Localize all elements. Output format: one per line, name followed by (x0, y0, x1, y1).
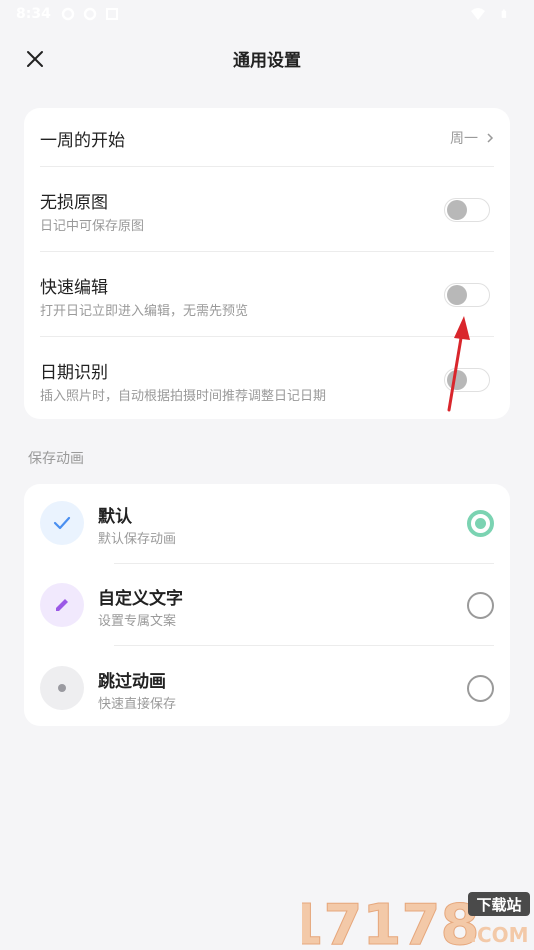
watermark-text: 17178 (302, 893, 479, 950)
annotation-arrow-icon (447, 316, 470, 412)
pencil-icon-circle (40, 583, 84, 627)
dot-icon-circle (40, 666, 84, 710)
settings-icon (83, 7, 97, 21)
animation-option-skip[interactable]: 跳过动画 快速直接保存 (40, 646, 494, 726)
toggle-knob (447, 285, 467, 305)
animation-radio-custom-text[interactable] (467, 592, 494, 619)
quick-edit-row: 快速编辑 打开日记立即进入编辑，无需先预览 (40, 252, 494, 337)
save-animation-card: 默认 默认保存动画 自定义文字 设置专属文案 跳过动画 快速直接保存 (24, 484, 510, 726)
animation-option-custom-text[interactable]: 自定义文字 设置专属文案 (40, 564, 494, 646)
date-recognition-row: 日期识别 插入照片时，自动根据拍摄时间推荐调整日记日期 (40, 337, 494, 419)
animation-option-subtitle: 默认保存动画 (98, 532, 177, 547)
status-bar: 8:34 (0, 0, 534, 28)
header: 通用设置 (0, 36, 534, 80)
quick-edit-title: 快速编辑 (40, 278, 108, 298)
lossless-subtitle: 日记中可保存原图 (40, 219, 145, 234)
toggle-knob (447, 200, 467, 220)
dot-icon (58, 684, 66, 692)
date-recognition-title: 日期识别 (40, 363, 108, 383)
week-start-row[interactable]: 一周的开始 周一 (40, 108, 494, 167)
animation-option-default[interactable]: 默认 默认保存动画 (40, 484, 494, 564)
lossless-row: 无损原图 日记中可保存原图 (40, 167, 494, 252)
close-icon (27, 51, 43, 67)
animation-option-title: 自定义文字 (98, 589, 183, 609)
pencil-icon (56, 599, 68, 611)
check-icon-circle (40, 501, 84, 545)
settings-icon (61, 7, 75, 21)
week-start-value-text: 周一 (450, 131, 478, 147)
animation-option-title: 跳过动画 (98, 672, 166, 692)
lossless-title: 无损原图 (40, 193, 108, 213)
week-start-title: 一周的开始 (40, 131, 125, 151)
battery-icon (501, 9, 507, 18)
wifi-icon (471, 8, 485, 20)
animation-option-subtitle: 快速直接保存 (98, 697, 177, 712)
watermark-domain: .COM (469, 923, 528, 947)
animation-radio-skip[interactable] (467, 675, 494, 702)
check-icon (53, 516, 71, 530)
general-settings-card: 一周的开始 周一 无损原图 日记中可保存原图 快速编辑 打开日记立即进入编辑，无… (24, 108, 510, 419)
animation-option-subtitle: 设置专属文案 (98, 614, 177, 629)
animation-option-title: 默认 (98, 507, 132, 527)
animation-radio-default[interactable] (467, 510, 494, 537)
notification-icon (105, 8, 118, 20)
lossless-toggle[interactable] (444, 198, 490, 222)
chevron-right-icon (487, 133, 494, 143)
watermark-logo: 17178 下载站 .COM (302, 892, 530, 950)
date-recognition-subtitle: 插入照片时，自动根据拍摄时间推荐调整日记日期 (40, 389, 327, 404)
quick-edit-subtitle: 打开日记立即进入编辑，无需先预览 (40, 304, 249, 319)
page-title: 通用设置 (233, 50, 301, 71)
save-animation-section-label: 保存动画 (28, 451, 84, 467)
watermark-badge: 下载站 (476, 896, 521, 914)
week-start-value: 周一 (450, 128, 494, 148)
close-button[interactable] (20, 44, 50, 74)
quick-edit-toggle[interactable] (444, 283, 490, 307)
status-time: 8:34 (16, 6, 51, 22)
